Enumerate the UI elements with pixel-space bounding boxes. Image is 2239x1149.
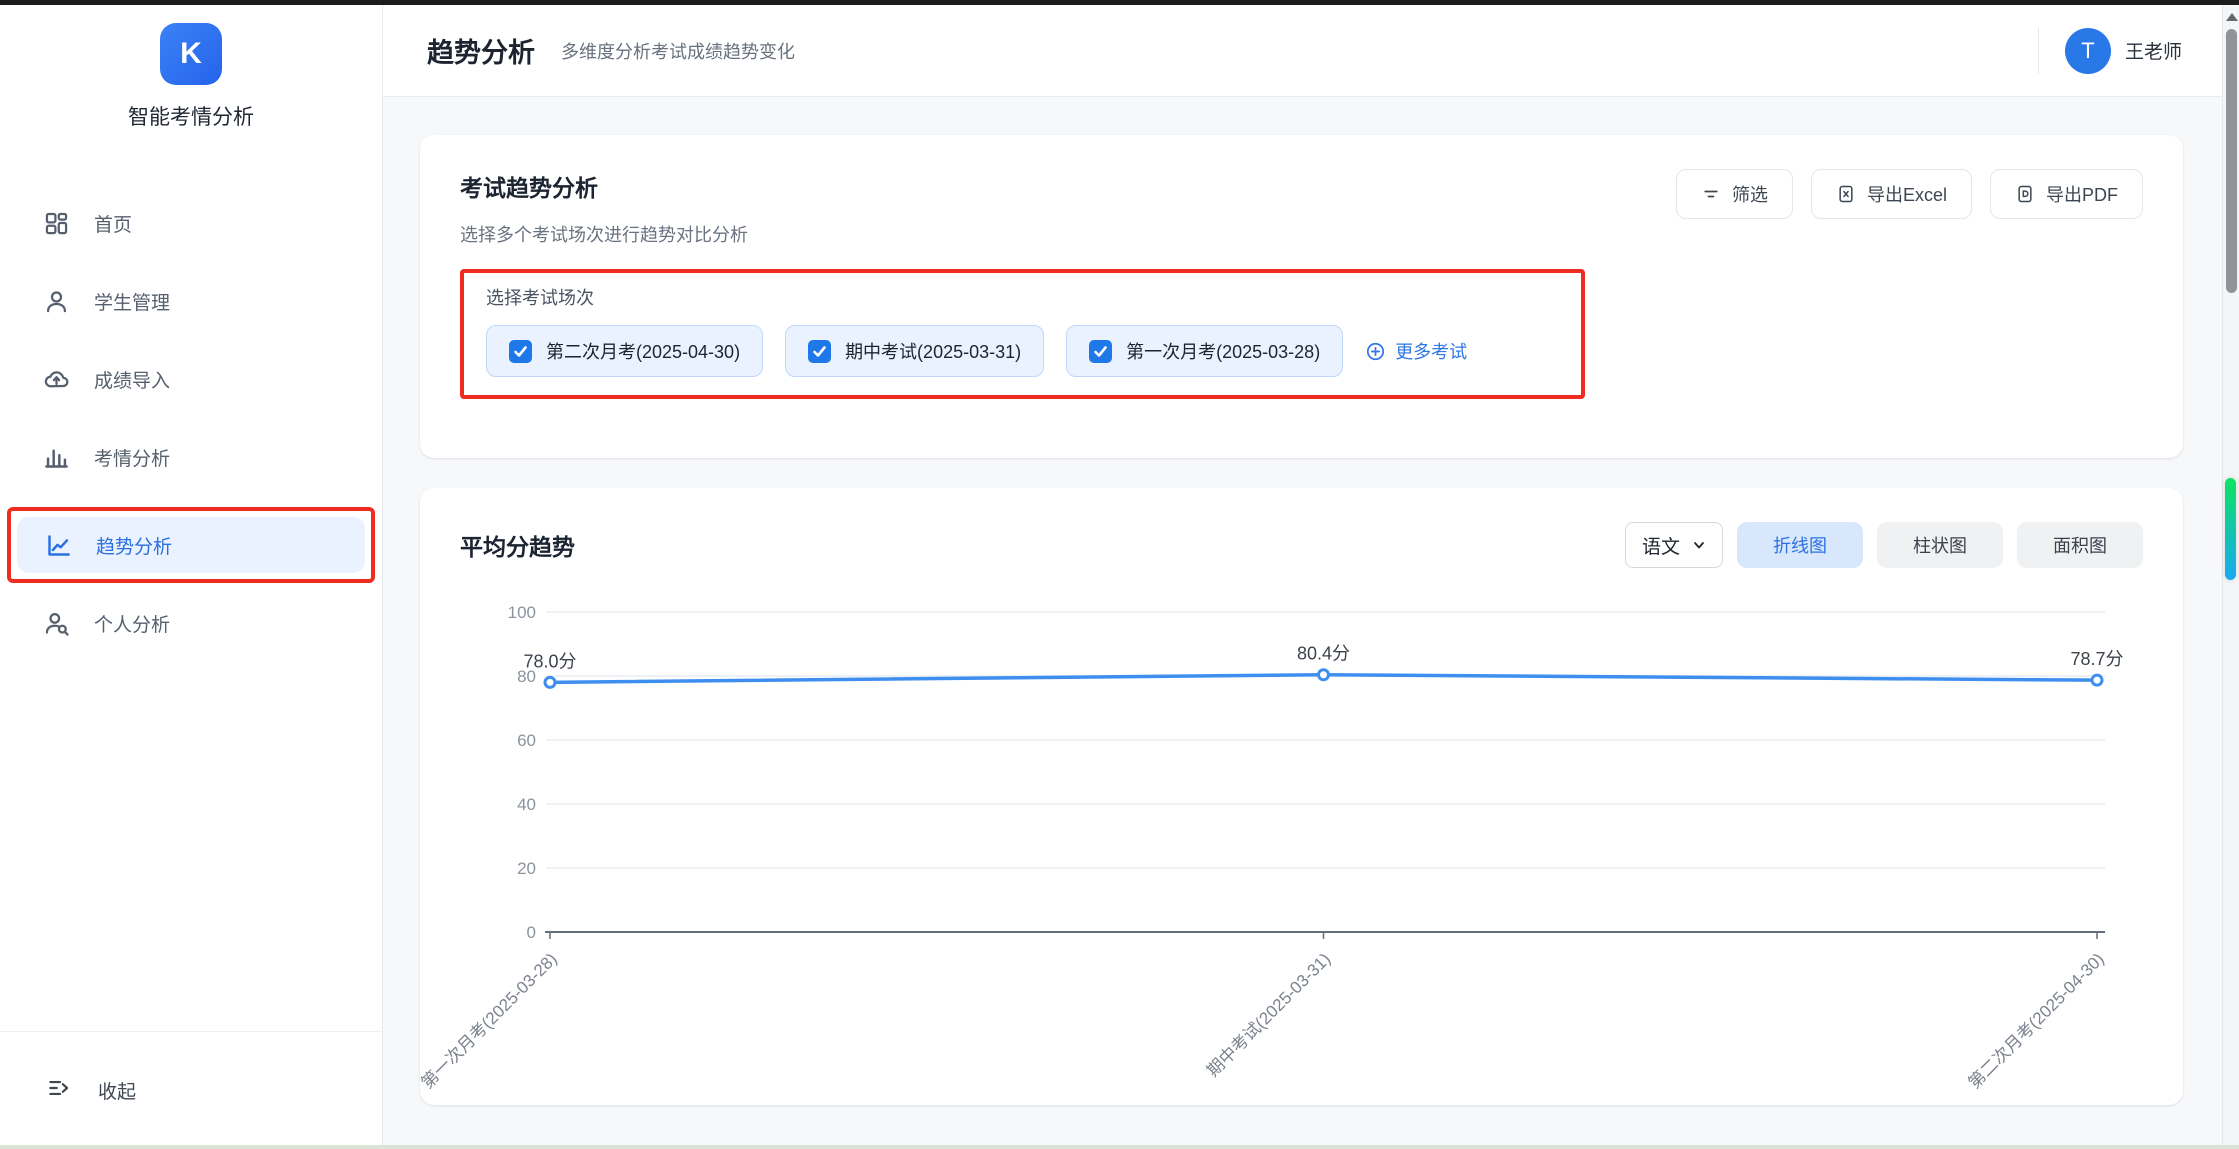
collapse-sidebar-icon	[46, 1075, 72, 1107]
sidebar-nav: 首页学生管理成绩导入考情分析趋势分析个人分析	[0, 195, 382, 651]
plus-circle-icon	[1365, 341, 1386, 362]
svg-text:80.4分: 80.4分	[1297, 644, 1350, 664]
user-avatar[interactable]: T	[2065, 28, 2111, 74]
sidebar-item-label: 首页	[94, 210, 132, 237]
toolbar: 筛选 导出Excel 导出PDF	[1676, 169, 2143, 219]
chevron-down-icon	[1692, 538, 1706, 552]
chart-type-chip-bar[interactable]: 柱状图	[1877, 522, 2003, 568]
checkbox-checked-icon[interactable]	[509, 340, 532, 363]
trend-chart-area: 020406080100第一次月考(2025-03-28)期中考试(2025-0…	[460, 582, 2143, 1068]
annotation-box-active-nav: 趋势分析	[7, 507, 375, 583]
person-search-icon	[43, 610, 70, 637]
dashboard-icon	[43, 210, 70, 237]
page-header: 趋势分析 多维度分析考试成绩趋势变化 T 王老师	[383, 5, 2222, 97]
sidebar-item-label: 成绩导入	[94, 366, 170, 393]
user-name: 王老师	[2125, 37, 2182, 64]
exam-checkbox-pill[interactable]: 第二次月考(2025-04-30)	[486, 325, 763, 377]
collapse-label: 收起	[98, 1077, 136, 1104]
svg-text:60: 60	[517, 731, 536, 750]
sidebar: K 智能考情分析 首页学生管理成绩导入考情分析趋势分析个人分析 收起	[0, 5, 383, 1149]
content-area: 考试趋势分析 选择多个考试场次进行趋势对比分析 筛选	[383, 97, 2222, 1149]
sidebar-item-trend-analysis[interactable]: 趋势分析	[17, 517, 365, 573]
scrollbar-thumb[interactable]	[2226, 29, 2237, 293]
line-chart-icon	[45, 532, 72, 559]
chart-type-switch: 折线图柱状图面积图	[1737, 522, 2143, 568]
checkbox-checked-icon[interactable]	[808, 340, 831, 363]
svg-text:第二次月考(2025-04-30): 第二次月考(2025-04-30)	[1965, 949, 2108, 1092]
exam-pill-row: 第二次月考(2025-04-30) 期中考试(2025-03-31) 第一次月考(2…	[486, 325, 1559, 377]
filter-button[interactable]: 筛选	[1676, 169, 1793, 219]
svg-text:第一次月考(2025-03-28): 第一次月考(2025-03-28)	[420, 949, 561, 1092]
chart-card-title: 平均分趋势	[460, 528, 575, 562]
trend-line-chart: 020406080100第一次月考(2025-03-28)期中考试(2025-0…	[460, 582, 2180, 1068]
scroll-gradient-marker	[2225, 478, 2236, 580]
svg-text:78.0分: 78.0分	[523, 651, 576, 671]
chart-type-chip-area[interactable]: 面积图	[2017, 522, 2143, 568]
annotation-box-exam-selection: 选择考试场次 第二次月考(2025-04-30) 期中考试(2025-03-31)…	[460, 269, 1585, 399]
sidebar-item-label: 考情分析	[94, 444, 170, 471]
excel-file-icon	[1836, 184, 1856, 204]
checkbox-checked-icon[interactable]	[1089, 340, 1112, 363]
svg-text:20: 20	[517, 859, 536, 878]
sidebar-item-exam-analysis[interactable]: 考情分析	[15, 429, 367, 485]
page-title: 趋势分析	[427, 31, 535, 70]
trend-card-title: 考试趋势分析	[460, 169, 748, 203]
sidebar-item-students[interactable]: 学生管理	[15, 273, 367, 329]
exam-pill-label: 期中考试(2025-03-31)	[845, 338, 1021, 364]
exam-pill-label: 第二次月考(2025-04-30)	[546, 338, 740, 364]
student-icon	[43, 288, 70, 315]
svg-text:0: 0	[527, 923, 536, 942]
exam-trend-card: 考试趋势分析 选择多个考试场次进行趋势对比分析 筛选	[420, 135, 2183, 458]
sidebar-item-label: 趋势分析	[96, 532, 172, 559]
exam-pill-label: 第一次月考(2025-03-28)	[1126, 338, 1320, 364]
exam-select-label: 选择考试场次	[486, 284, 1559, 310]
svg-text:100: 100	[508, 603, 536, 622]
sidebar-collapse-button[interactable]: 收起	[0, 1031, 382, 1149]
sidebar-item-label: 个人分析	[94, 610, 170, 637]
exam-checkbox-pill[interactable]: 期中考试(2025-03-31)	[785, 325, 1044, 377]
app-title: 智能考情分析	[0, 101, 382, 131]
export-pdf-button[interactable]: 导出PDF	[1990, 169, 2143, 219]
sidebar-item-personal[interactable]: 个人分析	[15, 595, 367, 651]
svg-text:期中考试(2025-03-31): 期中考试(2025-03-31)	[1203, 949, 1334, 1080]
app-logo: K	[160, 23, 222, 85]
svg-text:40: 40	[517, 795, 536, 814]
window-bottom-edge	[0, 1145, 2239, 1149]
window-top-edge	[0, 0, 2239, 5]
subject-select[interactable]: 语文	[1625, 522, 1723, 568]
more-exams-link[interactable]: 更多考试	[1365, 338, 1467, 364]
upload-cloud-icon	[43, 366, 70, 393]
svg-text:78.7分: 78.7分	[2070, 649, 2123, 669]
filter-icon	[1701, 184, 1721, 204]
export-excel-button[interactable]: 导出Excel	[1811, 169, 1972, 219]
header-divider	[2038, 28, 2039, 74]
page-subtitle: 多维度分析考试成绩趋势变化	[561, 38, 795, 64]
exam-checkbox-pill[interactable]: 第一次月考(2025-03-28)	[1066, 325, 1343, 377]
sidebar-item-label: 学生管理	[94, 288, 170, 315]
chart-type-chip-line[interactable]: 折线图	[1737, 522, 1863, 568]
bar-chart-icon	[43, 444, 70, 471]
header-user-area: T 王老师	[2038, 28, 2182, 74]
trend-card-subtitle: 选择多个考试场次进行趋势对比分析	[460, 221, 748, 247]
scroll-up-arrow[interactable]	[2226, 13, 2238, 21]
sidebar-item-score-import[interactable]: 成绩导入	[15, 351, 367, 407]
average-score-chart-card: 平均分趋势 语文 折线图柱状图面积图 020406080100第一次月考(202…	[420, 488, 2183, 1105]
pdf-file-icon	[2015, 184, 2035, 204]
main-area: 趋势分析 多维度分析考试成绩趋势变化 T 王老师 考试趋势分析 选择多个考试场次…	[383, 5, 2222, 1149]
sidebar-item-home[interactable]: 首页	[15, 195, 367, 251]
chart-controls: 语文 折线图柱状图面积图	[1625, 522, 2143, 568]
